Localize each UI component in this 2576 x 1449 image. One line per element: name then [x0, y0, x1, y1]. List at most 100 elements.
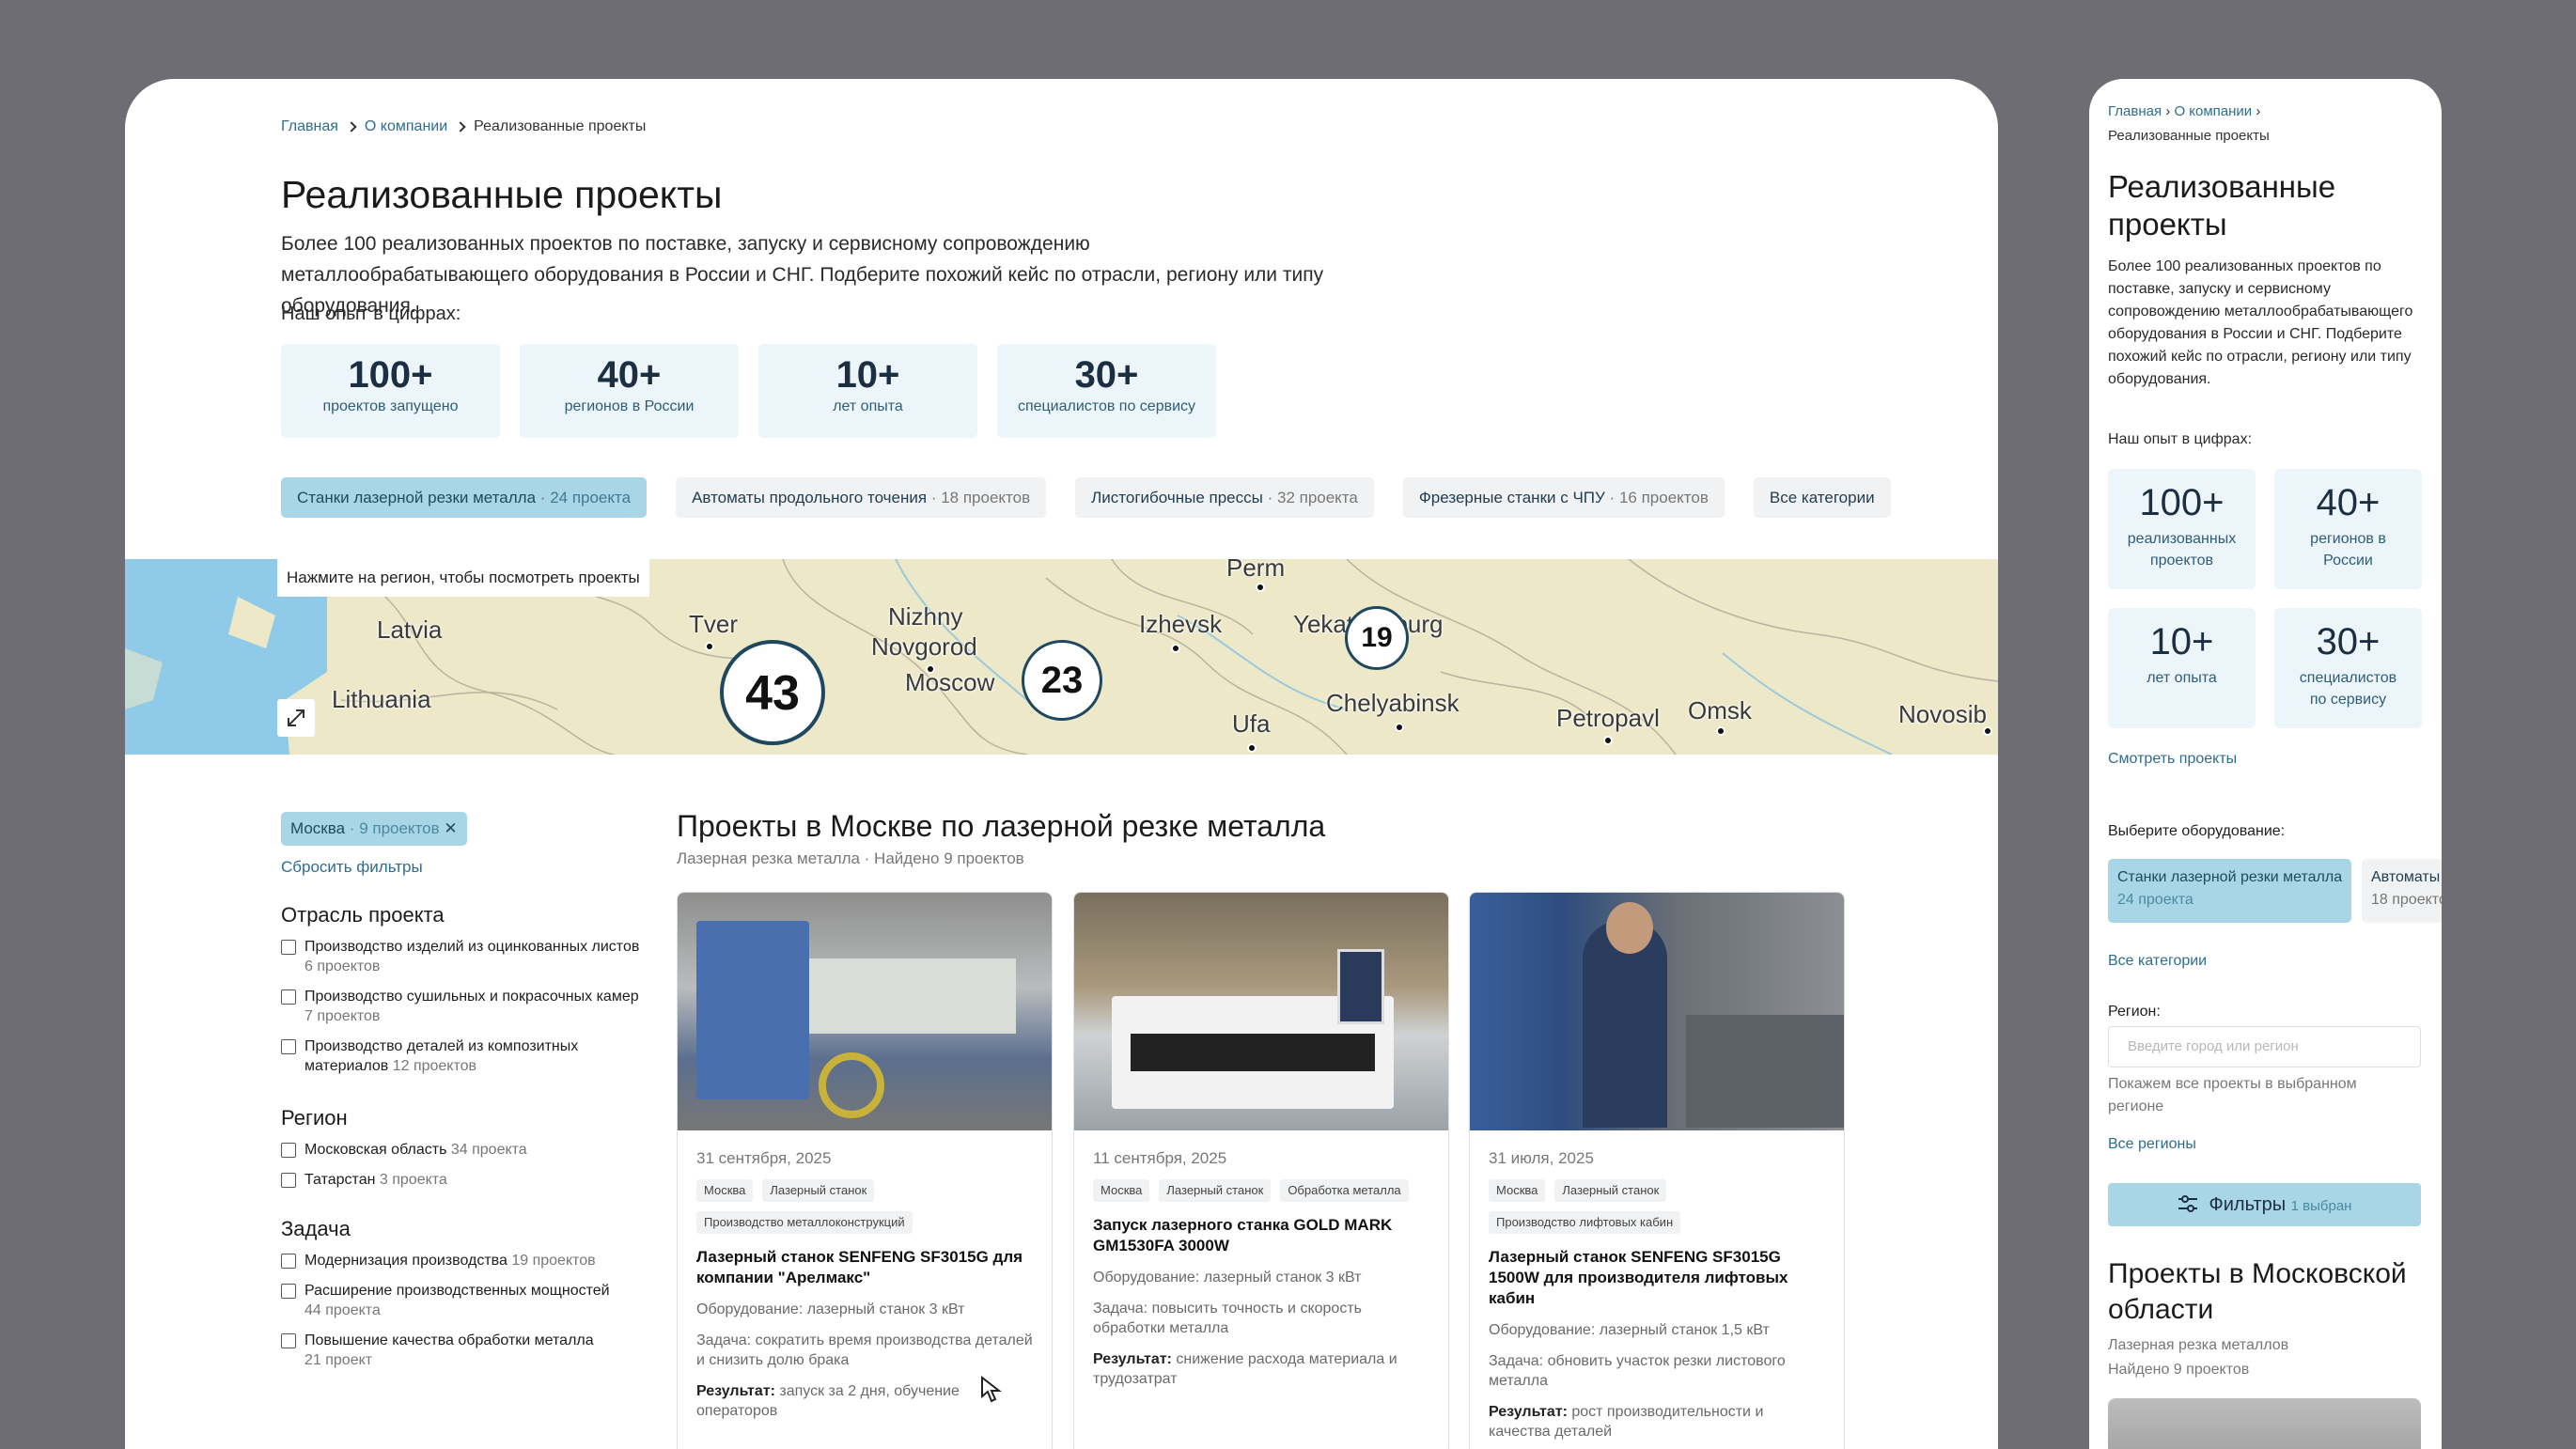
filter-group-title: Регион — [281, 1106, 348, 1130]
breadcrumb-about[interactable]: О компании — [365, 118, 447, 135]
chevron-right-icon: › — [2256, 103, 2261, 119]
category-label: Станки лазерной резки металла — [297, 489, 537, 506]
map-label: Izhevsk — [1139, 610, 1223, 638]
city-dot — [1983, 726, 1992, 736]
checkbox[interactable] — [281, 1254, 296, 1269]
filter-option[interactable]: Модернизация производства 19 проектов — [281, 1251, 657, 1270]
category-tab-laser[interactable]: Станки лазерной резки металла · 24 проек… — [281, 477, 648, 518]
project-tag[interactable]: Москва — [1489, 1179, 1546, 1202]
project-tag[interactable]: Лазерный станок — [1554, 1179, 1667, 1202]
project-equipment: Оборудование: лазерный станок 1,5 кВт — [1489, 1322, 1770, 1338]
stat-label: проектов запущено — [322, 398, 459, 414]
category-tab-lathes[interactable]: Автоматы продольного точения · 18 проект… — [676, 477, 1047, 518]
filters-button[interactable]: Фильтры 1 выбран — [2108, 1183, 2421, 1226]
filter-option[interactable]: Московская область 34 проекта — [281, 1140, 527, 1160]
project-result: Результат: рост производительности и кач… — [1489, 1402, 1825, 1441]
project-tag[interactable]: Москва — [1093, 1179, 1150, 1202]
filter-option[interactable]: Производство сушильных и покрасочных кам… — [281, 987, 652, 1026]
map-cluster-yekaterinburg[interactable]: 19 — [1345, 606, 1409, 670]
project-tag[interactable]: Производство лифтовых кабин — [1489, 1211, 1681, 1234]
stat-value: 100+ — [2139, 482, 2225, 523]
project-tag[interactable]: Москва — [696, 1179, 754, 1202]
result-label: Результат: — [696, 1383, 775, 1399]
experience-label: Наш опыт в цифрах: — [2108, 431, 2253, 447]
stat-card: 30+ специалистов по сервису — [2274, 608, 2422, 728]
filters-count: 1 выбран — [2290, 1198, 2352, 1214]
stat-card: 100+ проектов запущено — [281, 344, 500, 438]
category-tab-presses[interactable]: Листогибочные прессы · 32 проекта — [1075, 477, 1374, 518]
category-label: Станки лазерной резки металла — [2117, 869, 2343, 885]
active-filter-chip[interactable]: Москва · 9 проектов ✕ — [281, 812, 467, 846]
stat-card: 40+ регионов в России — [2274, 469, 2422, 589]
equipment-label: Выберите оборудование: — [2108, 823, 2286, 839]
checkbox[interactable] — [281, 1143, 296, 1158]
breadcrumb-home[interactable]: Главная — [2108, 103, 2162, 119]
results-subtitle: Лазерная резка металлов Найдено 9 проект… — [2108, 1333, 2288, 1382]
category-count: 18 проектов — [2371, 892, 2442, 908]
category-label: Листогибочные прессы — [1091, 489, 1263, 506]
project-card[interactable]: 11 сентября, 2025 Москва Лазерный станок… — [1073, 892, 1449, 1449]
project-card[interactable]: 31 июля, 2025 Москва Лазерный станок Про… — [1469, 892, 1845, 1449]
region-map[interactable]: Нажмите на регион, чтобы посмотреть прое… — [125, 559, 1998, 755]
category-tab-lathes[interactable]: Автоматы 18 проектов — [2362, 859, 2442, 923]
reset-filters-link[interactable]: Сбросить фильтры — [281, 858, 423, 877]
see-projects-link[interactable]: Смотреть проекты — [2108, 751, 2237, 768]
region-label: Регион: — [2108, 1004, 2161, 1020]
category-count: 32 проекта — [1276, 489, 1358, 506]
chevron-right-icon — [455, 121, 466, 132]
project-photo — [1074, 893, 1448, 1130]
filter-option-count: 34 проекта — [450, 1142, 527, 1158]
breadcrumb-home[interactable]: Главная — [281, 118, 338, 135]
region-input[interactable]: Введите город или регион — [2108, 1026, 2421, 1067]
project-card[interactable]: 31 сентября, 2025 Москва Лазерный станок… — [677, 892, 1053, 1449]
category-label: Автоматы — [2371, 869, 2441, 885]
project-equipment: Оборудование: лазерный станок 3 кВт — [696, 1301, 965, 1317]
map-label: Novgorod — [871, 632, 977, 661]
all-categories-link[interactable]: Все категории — [2108, 953, 2207, 970]
project-tag[interactable]: Производство металлоконструкций — [696, 1211, 913, 1234]
desktop-page: Главная О компании Реализованные проекты… — [125, 79, 1998, 1449]
project-tags: Москва Лазерный станок Производство лифт… — [1489, 1179, 1825, 1234]
filter-option-count: 7 проектов — [304, 1008, 381, 1024]
checkbox[interactable] — [281, 1333, 296, 1348]
project-photo[interactable] — [2108, 1398, 2421, 1449]
project-title[interactable]: Лазерный станок SENFENG SF3015G 1500W дл… — [1489, 1247, 1825, 1309]
checkbox[interactable] — [281, 1039, 296, 1054]
close-icon[interactable]: ✕ — [444, 819, 457, 837]
checkbox[interactable] — [281, 989, 296, 1005]
all-regions-link[interactable]: Все регионы — [2108, 1136, 2196, 1153]
breadcrumb-about[interactable]: О компании — [2174, 103, 2252, 119]
map-cluster-moscow[interactable]: 43 — [720, 640, 825, 745]
map-label: Latvia — [377, 615, 443, 644]
expand-icon[interactable] — [277, 699, 315, 737]
checkbox[interactable] — [281, 1173, 296, 1188]
filter-option[interactable]: Производство изделий из оцинкованных лис… — [281, 937, 652, 976]
checkbox[interactable] — [281, 1284, 296, 1299]
stat-value: 30+ — [2316, 621, 2381, 662]
project-title[interactable]: Лазерный станок SENFENG SF3015G для комп… — [696, 1247, 1033, 1288]
sliders-icon — [2178, 1195, 2197, 1212]
checkbox[interactable] — [281, 940, 296, 955]
category-tab-laser[interactable]: Станки лазерной резки металла 24 проекта — [2108, 859, 2352, 923]
filter-option[interactable]: Татарстан 3 проекта — [281, 1170, 527, 1190]
category-label: Все категории — [1769, 489, 1875, 506]
category-tab-all[interactable]: Все категории — [1753, 477, 1891, 518]
project-task: Задача: сократить время производства дет… — [696, 1332, 1033, 1368]
project-tag[interactable]: Обработка металла — [1280, 1179, 1409, 1202]
project-title[interactable]: Запуск лазерного станка GOLD MARK GM1530… — [1093, 1215, 1429, 1256]
filter-option[interactable]: Производство деталей из композитных мате… — [281, 1036, 652, 1076]
filter-option-count: 21 проект — [304, 1352, 373, 1368]
project-date: 31 июля, 2025 — [1489, 1149, 1594, 1167]
stat-label: лет опыта — [833, 398, 903, 414]
page-title: Реализованные проекты — [2108, 169, 2336, 242]
category-label: Фрезерные станки с ЧПУ — [1418, 489, 1605, 506]
filter-option[interactable]: Расширение производственных мощностей 44 … — [281, 1281, 657, 1320]
city-dot — [1603, 736, 1613, 745]
filter-option[interactable]: Повышение качества обработки металла 21 п… — [281, 1331, 657, 1370]
project-tag[interactable]: Лазерный станок — [762, 1179, 875, 1202]
map-cluster-nizhny[interactable]: 23 — [1022, 640, 1102, 721]
category-tab-milling[interactable]: Фрезерные станки с ЧПУ · 16 проектов — [1402, 477, 1725, 518]
project-tag[interactable]: Лазерный станок — [1159, 1179, 1272, 1202]
stat-label: регионов в России — [564, 398, 695, 414]
city-dot — [1716, 726, 1725, 736]
